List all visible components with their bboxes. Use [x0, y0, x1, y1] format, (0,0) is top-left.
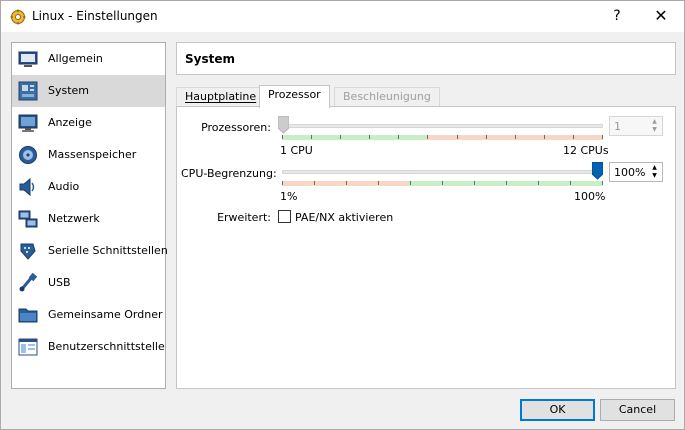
serial-port-icon: [20, 243, 36, 260]
cpu-limit-slider-track: [282, 170, 603, 174]
sidebar-item-netzwerk[interactable]: Netzwerk: [12, 203, 165, 235]
cpu-limit-spinbox[interactable]: 100% ▲ ▼: [609, 162, 663, 182]
slider-tick: [573, 135, 574, 139]
slider-tick: [410, 181, 411, 185]
settings-dialog: Linux - Einstellungen ? ✕ Allgemein Syst…: [0, 0, 685, 430]
tab-hauptplatine[interactable]: Hauptplatine: [176, 87, 266, 107]
section-header: System: [176, 42, 676, 75]
processors-slider-track: [282, 124, 603, 128]
storage-icon: [19, 146, 37, 164]
processors-zone-safe: [282, 135, 426, 140]
processors-value: 1: [614, 120, 621, 133]
sidebar-item-benutzerschnittstelle[interactable]: Benutzerschnittstelle: [12, 331, 165, 363]
sidebar-item-allgemein[interactable]: Allgemein: [12, 43, 165, 75]
tab-label: Hauptplatine: [185, 90, 257, 103]
slider-tick: [538, 181, 539, 185]
slider-tick: [602, 135, 603, 139]
sidebar-item-anzeige[interactable]: Anzeige: [12, 107, 165, 139]
ok-button[interactable]: OK: [520, 399, 595, 421]
sidebar-item-label: USB: [48, 276, 71, 289]
cpu-limit-min-label: 1%: [280, 190, 298, 203]
spin-up-icon[interactable]: ▲: [648, 164, 661, 172]
sidebar-item-label: Allgemein: [48, 52, 103, 65]
slider-tick: [457, 135, 458, 139]
cpu-limit-zone-warn: [282, 181, 408, 186]
pae-nx-label[interactable]: PAE/NX aktivieren: [295, 211, 393, 224]
cancel-button[interactable]: Cancel: [600, 399, 675, 421]
sidebar-item-label: System: [48, 84, 90, 97]
processors-slider-handle[interactable]: [278, 116, 289, 134]
spin-down-icon[interactable]: ▼: [648, 172, 661, 180]
slider-tick: [544, 135, 545, 139]
sidebar-item-label: Anzeige: [48, 116, 92, 129]
help-button[interactable]: ?: [597, 5, 637, 29]
motherboard-icon: [18, 81, 38, 101]
spin-up-icon[interactable]: ▲: [648, 118, 661, 126]
network-icon: [18, 210, 38, 228]
spin-down-icon[interactable]: ▼: [648, 126, 661, 134]
processors-min-label: 1 CPU: [280, 144, 313, 157]
slider-tick: [369, 135, 370, 139]
sidebar-item-label: Serielle Schnittstellen: [48, 244, 168, 257]
slider-tick: [311, 135, 312, 139]
slider-tick: [282, 135, 283, 139]
sidebar-item-massenspeicher[interactable]: Massenspeicher: [12, 139, 165, 171]
processors-spin-buttons: ▲ ▼: [648, 118, 661, 134]
slider-tick: [570, 181, 571, 185]
cpu-limit-value: 100%: [614, 166, 646, 179]
cpu-limit-max-label: 100%: [574, 190, 606, 203]
slider-tick: [314, 181, 315, 185]
close-button[interactable]: ✕: [641, 5, 681, 29]
slider-tick: [398, 135, 399, 139]
pae-nx-checkbox[interactable]: [278, 210, 291, 223]
tab-label: Beschleunigung: [343, 90, 431, 103]
general-icon: [18, 51, 38, 67]
slider-tick: [602, 181, 603, 185]
sidebar-item-label: Massenspeicher: [48, 148, 137, 161]
slider-tick: [340, 135, 341, 139]
sidebar-item-label: Gemeinsame Ordner: [48, 308, 163, 321]
slider-tick: [486, 135, 487, 139]
sidebar-item-gemeinsame-ordner[interactable]: Gemeinsame Ordner: [12, 299, 165, 331]
page-title: System: [185, 52, 235, 66]
sidebar-item-label: Netzwerk: [48, 212, 100, 225]
processors-label: Prozessoren:: [201, 121, 271, 134]
sidebar-item-system[interactable]: System: [12, 75, 165, 107]
slider-tick: [474, 181, 475, 185]
processors-spinbox[interactable]: 1 ▲ ▼: [609, 116, 663, 136]
sidebar-item-label: Benutzerschnittstelle: [48, 340, 165, 353]
extended-label: Erweitert:: [217, 211, 271, 224]
slider-tick: [506, 181, 507, 185]
slider-tick: [442, 181, 443, 185]
tab-prozessor[interactable]: Prozessor: [259, 85, 330, 108]
user-interface-icon: [18, 338, 38, 356]
virtualbox-gear-icon: [10, 9, 26, 25]
sidebar-item-label: Audio: [48, 180, 80, 193]
tab-label: Prozessor: [268, 88, 321, 101]
slider-tick: [427, 135, 428, 139]
slider-tick: [515, 135, 516, 139]
processors-max-label: 12 CPUs: [563, 144, 609, 157]
tab-beschleunigung[interactable]: Beschleunigung: [334, 87, 440, 107]
monitor-icon: [18, 114, 38, 132]
title-bar: Linux - Einstellungen ? ✕: [1, 1, 684, 32]
usb-icon: [19, 273, 38, 292]
settings-sidebar: Allgemein System Anzeige Massenspeicher …: [11, 42, 168, 389]
speaker-icon: [19, 177, 35, 197]
sidebar-item-audio[interactable]: Audio: [12, 171, 165, 203]
window-title: Linux - Einstellungen: [32, 9, 158, 23]
cpu-limit-label: CPU-Begrenzung:: [181, 167, 277, 180]
slider-tick: [346, 181, 347, 185]
sidebar-item-usb[interactable]: USB: [12, 267, 165, 299]
slider-tick: [378, 181, 379, 185]
cpu-limit-spin-buttons: ▲ ▼: [648, 164, 661, 180]
shared-folder-icon: [18, 308, 38, 323]
sidebar-item-serielle-schnittstellen[interactable]: Serielle Schnittstellen: [12, 235, 168, 267]
cpu-limit-slider-handle[interactable]: [592, 162, 603, 180]
slider-tick: [282, 181, 283, 185]
